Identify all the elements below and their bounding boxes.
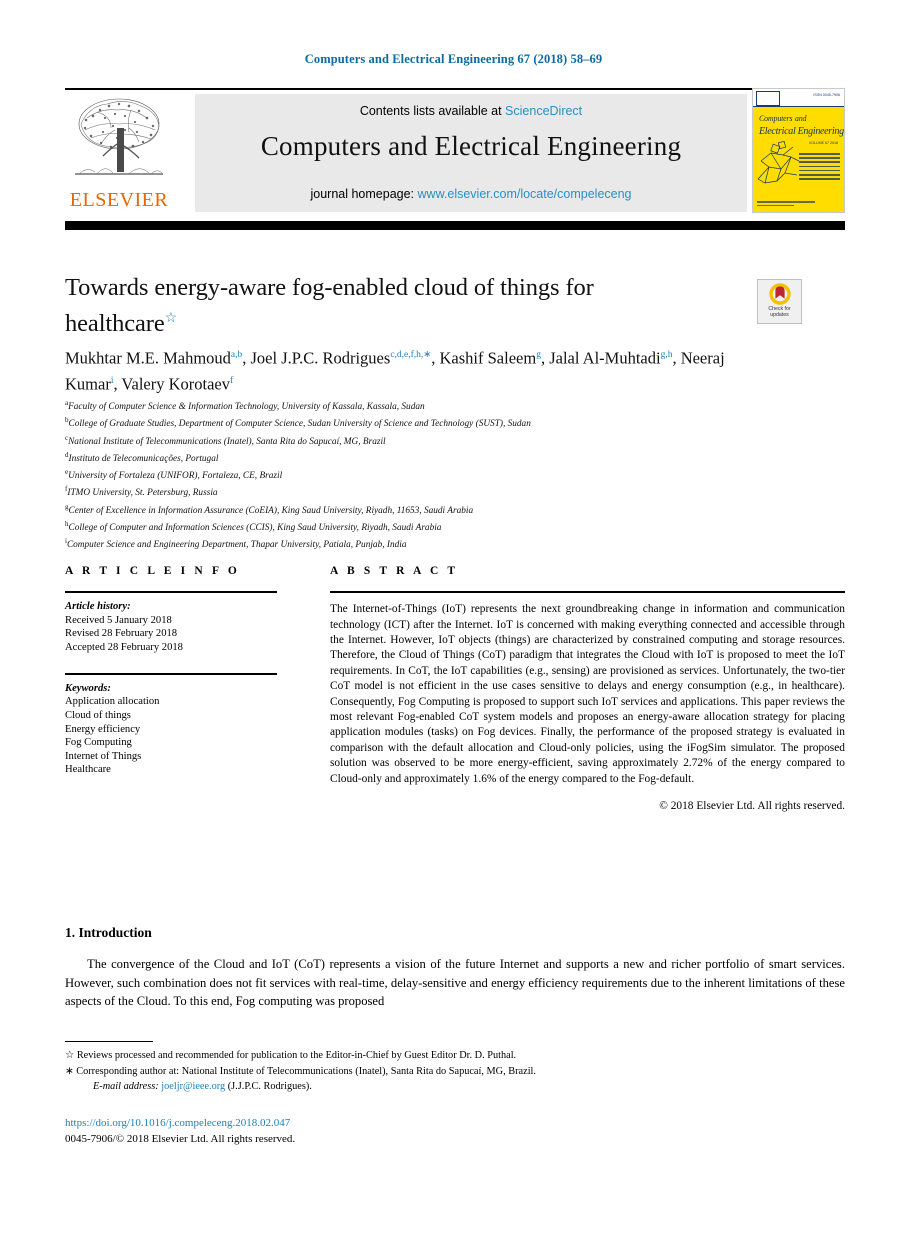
journal-title: Computers and Electrical Engineering — [260, 131, 682, 161]
article-history-label: Article history: — [65, 601, 131, 613]
affiliation-text: College of Computer and Information Scie… — [68, 523, 442, 534]
affiliation-text: Instituto de Telecomunicações, Portugal — [68, 453, 219, 464]
journal-banner: Contents lists available at ScienceDirec… — [195, 94, 747, 212]
abstract-column: A B S T R A C T The Internet-of-Things (… — [330, 565, 845, 812]
journal-homepage-line: journal homepage: www.elsevier.com/locat… — [195, 187, 747, 201]
affiliation-text: National Institute of Telecommunications… — [68, 436, 386, 447]
cover-header-strip: ISSN 0045-7906 — [753, 89, 844, 107]
affiliation-text: Computer Science and Engineering Departm… — [66, 540, 407, 551]
elsevier-wordmark: ELSEVIER — [69, 189, 169, 211]
article-info-heading: A R T I C L E I N F O — [65, 565, 240, 577]
cover-issn: ISSN 0045-7906 — [813, 93, 840, 97]
email-link[interactable]: joeljr@ieee.org — [161, 1081, 225, 1092]
list-item: Revised 28 February 2018 — [65, 628, 178, 640]
journal-masthead: ELSEVIER Contents lists available at Sci… — [65, 88, 845, 215]
masthead-divider-bar — [65, 221, 845, 230]
email-label: E-mail address: — [93, 1081, 159, 1093]
crossmark-badge[interactable]: Check for updates — [757, 279, 802, 324]
footnote-corresponding: ∗ Corresponding author at: National Inst… — [65, 1064, 845, 1080]
affiliation-item: aFaculty of Computer Science & Informati… — [65, 397, 845, 414]
cover-title-word: Computers — [759, 114, 793, 123]
author-list: Mukhtar M.E. Mahmouda,b, Joel J.P.C. Rod… — [65, 348, 725, 394]
article-first-page: Computers and Electrical Engineering 67 … — [0, 0, 907, 1238]
list-item: Internet of Things — [65, 750, 142, 762]
article-info-rule — [65, 591, 277, 594]
introduction-paragraph: The convergence of the Cloud and IoT (Co… — [65, 957, 845, 1009]
page-title: Towards energy-aware fog-enabled cloud o… — [65, 272, 685, 339]
affiliation-text: College of Graduate Studies, Department … — [68, 419, 531, 430]
contents-available-line: Contents lists available at ScienceDirec… — [195, 104, 747, 118]
contents-prefix: Contents lists available at — [359, 104, 506, 118]
elsevier-tree-icon — [67, 94, 171, 186]
cover-title-line2: Electrical Engineering — [759, 126, 844, 137]
keywords-rule — [65, 672, 277, 675]
footnote-rule — [65, 1041, 153, 1043]
abstract-rule — [330, 591, 845, 594]
doi-link[interactable]: https://doi.org/10.1016/j.compeleceng.20… — [65, 1117, 290, 1129]
list-item: Application allocation — [65, 696, 160, 708]
affiliation-item: bCollege of Graduate Studies, Department… — [65, 414, 845, 431]
cover-title-and: and — [794, 114, 807, 123]
footnote-star-text: Reviews processed and recommended for pu… — [76, 1050, 517, 1061]
affiliation-item: cNational Institute of Telecommunication… — [65, 432, 845, 449]
abstract-text: The Internet-of-Things (IoT) represents … — [330, 603, 845, 785]
introduction-body: The convergence of the Cloud and IoT (Co… — [65, 955, 845, 1011]
email-suffix: (J.J.P.C. Rodrigues). — [227, 1081, 312, 1093]
affiliation-text: University of Fortaleza (UNIFOR), Fortal… — [68, 471, 283, 482]
affiliation-text: Faculty of Computer Science & Informatio… — [68, 402, 425, 413]
list-item: Received 5 January 2018 — [65, 614, 172, 626]
footnote-star: ☆ Reviews processed and recommended for … — [65, 1048, 845, 1064]
title-footnote-marker[interactable]: ☆ — [165, 311, 178, 326]
journal-cover-thumbnail[interactable]: ISSN 0045-7906 Computers and Electrical … — [752, 88, 845, 213]
article-info-column: A R T I C L E I N F O Article history: R… — [65, 565, 277, 777]
footnote-block: ☆ Reviews processed and recommended for … — [65, 1048, 845, 1095]
keywords-label: Keywords: — [65, 682, 111, 694]
journal-homepage-link[interactable]: www.elsevier.com/locate/compeleceng — [418, 187, 632, 201]
introduction-heading: 1. Introduction — [65, 925, 152, 940]
cover-elsevier-icon — [756, 91, 780, 106]
list-item: Cloud of things — [65, 709, 131, 721]
crossmark-logo-icon — [768, 283, 791, 305]
affiliation-item: eUniversity of Fortaleza (UNIFOR), Forta… — [65, 466, 845, 483]
footnote-corr-text: Corresponding author at: National Instit… — [76, 1065, 536, 1077]
cover-title-line1: Computers and — [759, 112, 807, 124]
affiliation-item: gCenter of Excellence in Information Ass… — [65, 501, 845, 518]
list-item: Accepted 28 February 2018 — [65, 641, 183, 653]
abstract-heading: A B S T R A C T — [330, 565, 459, 577]
article-title-text: Towards energy-aware fog-enabled cloud o… — [65, 274, 594, 338]
affiliation-item: fITMO University, St. Petersburg, Russia — [65, 483, 845, 500]
affiliation-list: aFaculty of Computer Science & Informati… — [65, 397, 845, 553]
cover-footer-lines — [757, 201, 840, 208]
list-item: Energy efficiency — [65, 723, 141, 735]
issn-copyright-line: 0045-7906/© 2018 Elsevier Ltd. All right… — [65, 1133, 296, 1145]
running-head: Computers and Electrical Engineering 67 … — [304, 52, 603, 66]
list-item: Healthcare — [65, 764, 111, 776]
article-history-items: Received 5 January 2018 Revised 28 Februa… — [65, 614, 277, 655]
homepage-prefix: journal homepage: — [310, 187, 418, 201]
article-history-block: Article history: Received 5 January 2018… — [65, 600, 277, 654]
affiliation-item: dInstituto de Telecomunicações, Portugal — [65, 449, 845, 466]
affiliation-item: iComputer Science and Engineering Depart… — [65, 535, 845, 552]
affiliation-text: Center of Excellence in Information Assu… — [68, 505, 474, 516]
cover-volume-text: VOLUME 67 2018 — [808, 141, 838, 145]
crossmark-line2: updates — [770, 312, 789, 319]
keywords-items: Application allocation Cloud of things Ene… — [65, 695, 277, 777]
footnote-email-line: E-mail address: joeljr@ieee.org (J.J.P.C… — [65, 1079, 845, 1095]
crossmark-label: Check for updates — [758, 306, 801, 318]
affiliation-text: ITMO University, St. Petersburg, Russia — [67, 488, 218, 499]
cover-article-list — [799, 153, 840, 182]
list-item: Fog Computing — [65, 737, 132, 749]
elsevier-logo: ELSEVIER — [67, 94, 171, 212]
cover-mesh-graphic — [755, 139, 801, 185]
masthead-top-rule — [65, 88, 845, 90]
affiliation-item: hCollege of Computer and Information Sci… — [65, 518, 845, 535]
keywords-block: Keywords: Application allocation Cloud of… — [65, 682, 277, 777]
abstract-copyright: © 2018 Elsevier Ltd. All rights reserved… — [659, 800, 845, 813]
sciencedirect-link[interactable]: ScienceDirect — [505, 104, 582, 118]
footnote-star-marker: ☆ — [65, 1050, 75, 1061]
footnote-corr-marker: ∗ — [65, 1065, 74, 1077]
